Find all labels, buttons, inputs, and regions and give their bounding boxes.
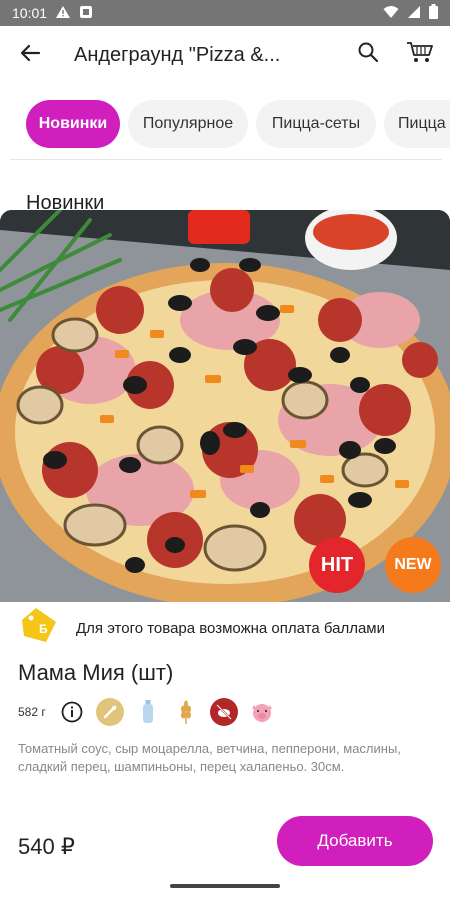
search-button[interactable] <box>350 36 386 72</box>
add-to-cart-button[interactable]: Добавить <box>277 816 433 866</box>
signal-icon <box>407 5 421 22</box>
cart-icon <box>406 40 434 69</box>
back-arrow-icon <box>19 42 41 69</box>
status-bar: 10:01 <box>0 0 450 26</box>
product-description: Томатный соус, сыр моцарелла, ветчина, п… <box>18 741 401 774</box>
bottom-bar: 540 ₽ Добавить <box>0 816 450 876</box>
points-tag-icon: Б <box>18 607 58 649</box>
tab-popular[interactable]: Популярное <box>128 100 248 148</box>
bottle-icon <box>134 698 162 726</box>
spicy-icon <box>95 698 124 726</box>
svg-text:Б: Б <box>39 622 48 636</box>
product-sheet: HIT NEW Б Для этого товара возможна опла… <box>0 210 450 900</box>
tab-pizza-sets[interactable]: Пицца-сеты <box>256 100 376 148</box>
info-icon[interactable] <box>58 698 86 726</box>
category-tabs: Новинки Популярное Пицца-сеты Пицца <box>0 100 450 150</box>
back-button[interactable] <box>10 35 50 75</box>
home-indicator[interactable] <box>170 884 280 888</box>
wheat-icon <box>172 698 200 726</box>
search-icon <box>357 41 379 68</box>
product-name: Мама Мия (шт) <box>18 660 174 685</box>
divider <box>10 159 442 160</box>
product-meta: 582 г <box>18 698 286 726</box>
pig-icon <box>248 698 276 726</box>
app-bar: Андеграунд "Pizza &... <box>0 26 450 84</box>
product-weight: 582 г <box>18 705 46 719</box>
points-text: Для этого товара возможна оплата баллами <box>76 619 385 637</box>
product-photo: HIT NEW <box>0 210 450 602</box>
no-meat-icon <box>209 698 238 726</box>
wifi-icon <box>383 5 399 22</box>
battery-icon <box>429 4 438 22</box>
warning-icon <box>55 5 71 22</box>
status-time: 10:01 <box>12 5 48 21</box>
points-payment-note: Б Для этого товара возможна оплата балла… <box>18 607 438 649</box>
product-price: 540 ₽ <box>18 834 75 859</box>
cart-button[interactable] <box>400 36 440 72</box>
hit-badge: HIT <box>309 537 365 593</box>
notification-icon <box>79 5 93 22</box>
restaurant-title: Андеграунд "Pizza &... <box>74 43 281 66</box>
new-badge: NEW <box>385 537 441 593</box>
tab-pizza[interactable]: Пицца <box>384 100 450 148</box>
tab-novinki[interactable]: Новинки <box>26 100 120 148</box>
